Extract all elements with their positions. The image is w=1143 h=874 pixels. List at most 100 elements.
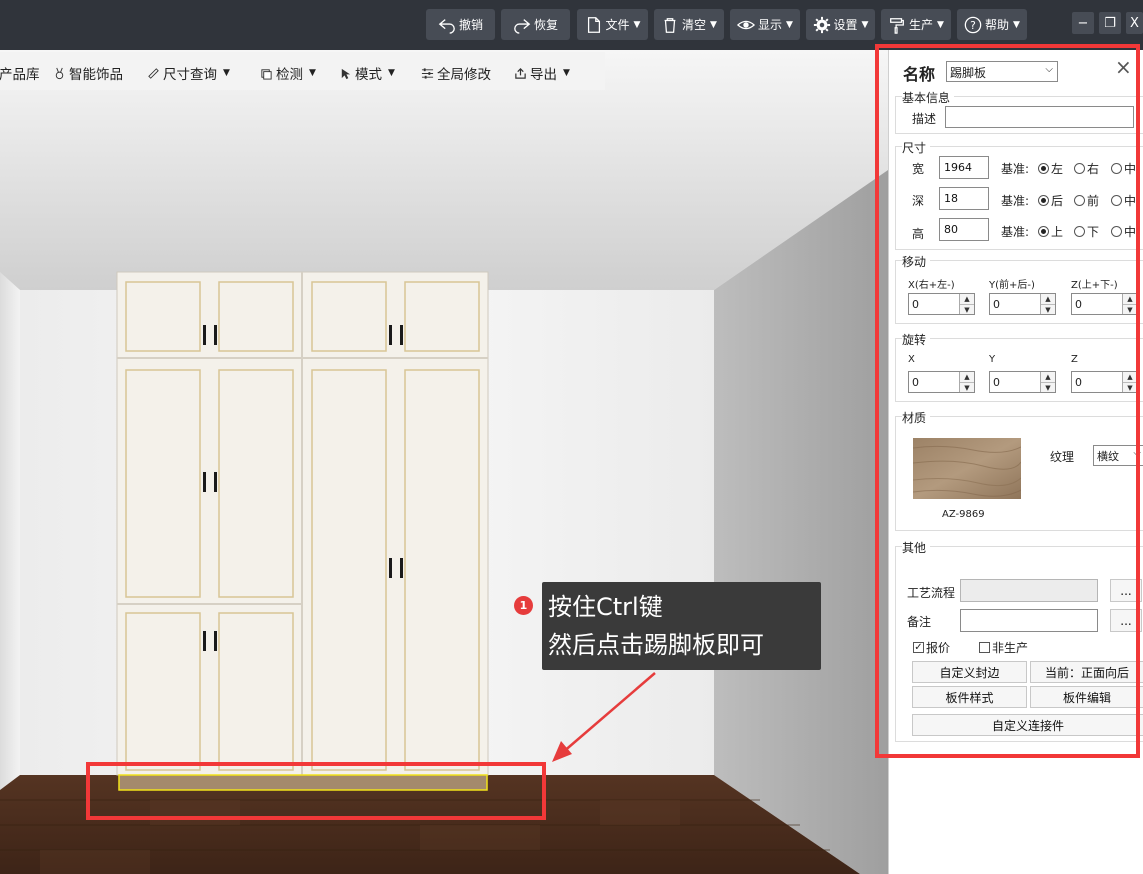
height-base-top-radio[interactable]: 上 bbox=[1038, 223, 1063, 240]
name-select[interactable]: 踢脚板 ⌵ bbox=[946, 61, 1058, 82]
custom-connector-label: 自定义连接件 bbox=[991, 718, 1064, 733]
width-base-label: 基准: bbox=[1001, 162, 1030, 176]
note-more-button[interactable]: ... bbox=[1110, 609, 1142, 632]
close-window-button[interactable]: X bbox=[1126, 12, 1143, 34]
clear-menu-button[interactable]: 清空 ▼ bbox=[654, 9, 724, 40]
name-label: 名称 bbox=[903, 65, 936, 84]
chevron-down-icon: ▼ bbox=[633, 19, 641, 30]
custom-edge-button[interactable]: 自定义封边 bbox=[912, 661, 1027, 683]
3d-viewport[interactable] bbox=[0, 50, 888, 874]
redo-button[interactable]: 恢复 bbox=[501, 9, 570, 40]
height-input[interactable]: 80 bbox=[939, 218, 989, 241]
chevron-down-icon: ▼ bbox=[223, 68, 230, 78]
radio-label: 中 bbox=[1124, 194, 1137, 208]
panel-edit-label: 板件编辑 bbox=[1062, 690, 1111, 705]
rotate-y-stepper[interactable]: 0 ▲ ▼ bbox=[989, 371, 1056, 393]
chevron-down-icon: ⌵ bbox=[1045, 64, 1053, 75]
note-input[interactable] bbox=[960, 609, 1098, 632]
move-y-value: 0 bbox=[993, 298, 1000, 311]
rotate-x-value: 0 bbox=[912, 376, 919, 389]
desc-input[interactable] bbox=[945, 106, 1134, 128]
depth-base-back-radio[interactable]: 后 bbox=[1038, 192, 1063, 209]
panel-style-button[interactable]: 板件样式 bbox=[912, 686, 1027, 708]
display-menu-button[interactable]: 显示 ▼ bbox=[730, 9, 800, 40]
close-icon: X bbox=[1130, 15, 1139, 31]
stepper-arrows[interactable]: ▲ ▼ bbox=[1040, 372, 1055, 392]
current-orientation-button[interactable]: 当前：正面向后 bbox=[1030, 661, 1143, 683]
size-query-button[interactable]: 尺寸查询 ▼ bbox=[147, 63, 230, 83]
restore-button[interactable]: ❐ bbox=[1099, 12, 1121, 34]
move-y-stepper[interactable]: 0 ▲ ▼ bbox=[989, 293, 1056, 315]
chevron-down-icon: ▼ bbox=[786, 19, 793, 30]
undo-button[interactable]: 撤销 bbox=[426, 9, 495, 40]
gear-icon bbox=[813, 16, 830, 33]
texture-label: 纹理 bbox=[1050, 450, 1075, 464]
width-label: 宽 bbox=[912, 162, 925, 176]
settings-menu-button[interactable]: 设置 ▼ bbox=[806, 9, 875, 40]
rotate-z-stepper[interactable]: 0 ▲ ▼ bbox=[1071, 371, 1138, 393]
global-edit-button[interactable]: 全局修改 bbox=[421, 63, 491, 83]
trash-icon bbox=[664, 17, 676, 33]
depth-label: 深 bbox=[912, 194, 925, 208]
width-base-right-radio[interactable]: 右 bbox=[1074, 160, 1099, 177]
depth-input[interactable]: 18 bbox=[939, 187, 989, 210]
close-panel-button[interactable]: × bbox=[1115, 57, 1132, 77]
move-z-label: Z(上+下-) bbox=[1071, 280, 1118, 291]
production-label: 生产 bbox=[909, 18, 934, 32]
height-base-center-radio[interactable]: 中 bbox=[1111, 223, 1136, 240]
nonproduction-label: 非生产 bbox=[992, 641, 1029, 655]
clear-label: 清空 bbox=[682, 18, 707, 32]
rotate-title: 旋转 bbox=[902, 331, 931, 348]
kickboard-selected[interactable] bbox=[118, 774, 488, 791]
wardrobe[interactable] bbox=[116, 271, 489, 776]
size-title: 尺寸 bbox=[902, 139, 931, 156]
depth-base-center-radio[interactable]: 中 bbox=[1111, 192, 1136, 209]
stepper-arrows[interactable]: ▲ ▼ bbox=[1122, 294, 1137, 314]
width-base-left-radio[interactable]: 左 bbox=[1038, 160, 1063, 177]
mode-button[interactable]: 模式 ▼ bbox=[339, 63, 395, 83]
stepper-arrows[interactable]: ▲ ▼ bbox=[959, 372, 974, 392]
desc-label: 描述 bbox=[912, 112, 937, 126]
properties-panel: 名称 踢脚板 ⌵ × 基本信息 描述 尺寸 宽 1964 基准: 左 右 中 深… bbox=[888, 50, 1143, 874]
stepper-arrows[interactable]: ▲ ▼ bbox=[1040, 294, 1055, 314]
width-input[interactable]: 1964 bbox=[939, 156, 989, 179]
panel-edit-button[interactable]: 板件编辑 bbox=[1030, 686, 1143, 708]
rotate-x-stepper[interactable]: 0 ▲ ▼ bbox=[908, 371, 975, 393]
chevron-down-icon: ▼ bbox=[1013, 19, 1020, 30]
stepper-arrows[interactable]: ▲ ▼ bbox=[959, 294, 974, 314]
depth-base-front-radio[interactable]: 前 bbox=[1074, 192, 1099, 209]
material-swatch[interactable] bbox=[912, 438, 1022, 499]
width-base-center-radio[interactable]: 中 bbox=[1111, 160, 1136, 177]
process-input[interactable] bbox=[960, 579, 1098, 602]
quote-checkbox[interactable]: ✓ 报价 bbox=[913, 639, 950, 656]
chevron-down-icon: ▼ bbox=[563, 68, 570, 78]
product-library-button[interactable]: 产品库 bbox=[0, 63, 40, 83]
smart-decor-button[interactable]: 智能饰品 bbox=[53, 63, 123, 83]
ellipsis-label: ... bbox=[1120, 583, 1132, 598]
radio-label: 下 bbox=[1087, 225, 1100, 239]
help-menu-button[interactable]: ? 帮助 ▼ bbox=[957, 9, 1027, 40]
process-more-button[interactable]: ... bbox=[1110, 579, 1142, 602]
nonproduction-checkbox[interactable]: 非生产 bbox=[979, 639, 1028, 656]
minimize-button[interactable]: − bbox=[1072, 12, 1094, 34]
chevron-down-icon: ▼ bbox=[937, 19, 944, 30]
move-z-stepper[interactable]: 0 ▲ ▼ bbox=[1071, 293, 1138, 315]
production-menu-button[interactable]: 生产 ▼ bbox=[881, 9, 951, 40]
rotate-y-label: Y bbox=[989, 354, 996, 365]
check-button[interactable]: 检测 ▼ bbox=[260, 63, 316, 83]
custom-connector-button[interactable]: 自定义连接件 bbox=[912, 714, 1143, 736]
basic-info-title: 基本信息 bbox=[902, 89, 955, 106]
stepper-arrows[interactable]: ▲ ▼ bbox=[1122, 372, 1137, 392]
radio-label: 后 bbox=[1051, 194, 1064, 208]
radio-label: 上 bbox=[1051, 225, 1064, 239]
texture-select[interactable]: 横纹 ⌵ bbox=[1093, 445, 1143, 466]
quote-label: 报价 bbox=[926, 641, 951, 655]
file-menu-button[interactable]: 文件 ▼ bbox=[577, 9, 648, 40]
undo-label: 撤销 bbox=[458, 18, 483, 32]
checkbox-empty-icon bbox=[979, 642, 990, 653]
eye-icon bbox=[737, 20, 756, 29]
move-x-stepper[interactable]: 0 ▲ ▼ bbox=[908, 293, 975, 315]
export-button[interactable]: 导出 ▼ bbox=[514, 63, 570, 83]
height-base-bottom-radio[interactable]: 下 bbox=[1074, 223, 1099, 240]
other-title: 其他 bbox=[902, 539, 931, 556]
